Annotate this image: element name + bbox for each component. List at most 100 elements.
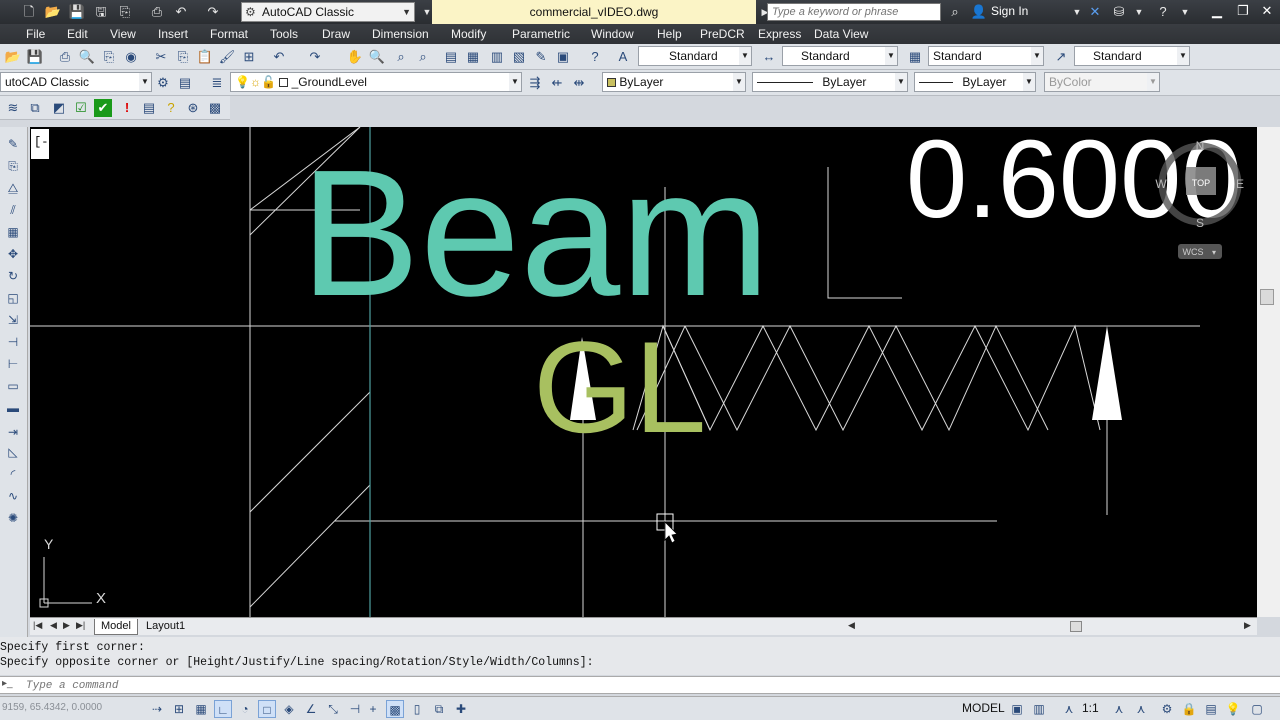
autodesk-store-icon[interactable]: ⛁ xyxy=(1110,3,1128,21)
help-dropdown-icon[interactable]: ▼ xyxy=(1176,3,1194,21)
vertical-scrollbar[interactable] xyxy=(1257,127,1280,617)
erase-icon[interactable]: ✎ xyxy=(4,135,22,153)
user-icon[interactable]: 👤 xyxy=(970,3,988,21)
menu-tools[interactable]: Tools xyxy=(270,27,298,41)
annotation-scale-value[interactable]: 1:1 xyxy=(1082,701,1099,715)
workspace-settings-icon[interactable]: ⚙ xyxy=(154,74,172,92)
redo-icon[interactable]: ↷ xyxy=(306,48,324,66)
quick-view-layouts-icon[interactable]: ▣ xyxy=(1008,700,1026,718)
clean-screen-icon[interactable]: ▢ xyxy=(1248,700,1266,718)
gl-text[interactable]: GL xyxy=(533,314,706,460)
viewcube-north[interactable]: N xyxy=(1196,139,1205,153)
copy-icon[interactable]: ⎘ xyxy=(4,157,22,175)
menu-dimension[interactable]: Dimension xyxy=(372,27,429,41)
publish-icon[interactable]: ⎘ xyxy=(116,3,134,21)
coordinates-readout[interactable]: 9159, 65.4342, 0.0000 xyxy=(2,702,102,713)
blend-icon[interactable]: ∿ xyxy=(4,487,22,505)
minimize-button[interactable]: ▁ xyxy=(1204,2,1230,20)
beam-text[interactable]: Beam xyxy=(300,133,770,334)
exchange-icon[interactable]: ✕ xyxy=(1086,3,1104,21)
menu-insert[interactable]: Insert xyxy=(158,27,188,41)
workspace-switching-icon[interactable]: ⚙ xyxy=(1158,700,1176,718)
save-as-icon[interactable]: 🖫 xyxy=(92,3,110,21)
infer-constraints-icon[interactable]: ⇢ xyxy=(148,700,166,718)
polar-tracking-icon[interactable]: ◔ xyxy=(236,700,254,718)
close-button[interactable]: ✕ xyxy=(1254,2,1280,20)
report-icon[interactable]: ▤ xyxy=(140,99,158,117)
layer-states-icon[interactable]: ⇹ xyxy=(570,74,588,92)
lineweight-icon[interactable]: + xyxy=(364,700,382,718)
last-tab-icon[interactable]: ▶| xyxy=(76,620,85,631)
break-at-point-icon[interactable]: ▬ xyxy=(4,399,22,417)
menu-express[interactable]: Express xyxy=(758,27,801,41)
copy-icon[interactable]: ⎘ xyxy=(174,48,192,66)
markup-icon[interactable]: ✎ xyxy=(532,48,550,66)
ortho-mode-icon[interactable]: ∟ xyxy=(214,700,232,718)
customize-icon[interactable]: ▤ xyxy=(176,74,194,92)
binoculars-icon[interactable]: ⌕ xyxy=(946,3,964,21)
plot-icon[interactable]: ⎙ xyxy=(148,3,166,21)
undo-icon[interactable]: ↶ xyxy=(172,3,190,21)
command-prompt-icon[interactable]: ▸_ xyxy=(2,678,13,689)
table-style-icon[interactable]: ▦ xyxy=(906,48,924,66)
break-icon[interactable]: ▭ xyxy=(4,377,22,395)
trim-icon[interactable]: ⊣ xyxy=(4,333,22,351)
hscroll-thumb[interactable] xyxy=(1070,621,1082,632)
zoom-previous-icon[interactable]: ⌕ xyxy=(414,48,432,66)
array-icon[interactable]: ▦ xyxy=(4,223,22,241)
menu-file[interactable]: File xyxy=(26,27,45,41)
check-icon[interactable]: ☑ xyxy=(72,99,90,117)
viewcube-east[interactable]: E xyxy=(1236,177,1244,191)
menu-data-view[interactable]: Data View xyxy=(814,27,868,41)
auto-scale-icon[interactable]: ⋏ xyxy=(1132,700,1150,718)
info-icon[interactable]: ? xyxy=(162,99,180,117)
open-icon[interactable]: 📂 xyxy=(44,3,62,21)
quick-properties-icon[interactable]: ▯ xyxy=(408,700,426,718)
menu-predcr[interactable]: PreDCR xyxy=(700,27,745,41)
menu-modify[interactable]: Modify xyxy=(451,27,486,41)
annotation-visibility-icon[interactable]: ⋏ xyxy=(1110,700,1128,718)
restore-button[interactable]: ❐ xyxy=(1230,2,1256,20)
layers-stack-icon[interactable]: ≋ xyxy=(4,99,22,117)
menu-format[interactable]: Format xyxy=(210,27,248,41)
pan-icon[interactable]: ✋ xyxy=(346,48,364,66)
make-current-layer-icon[interactable]: ⇶ xyxy=(526,74,544,92)
verify-icon[interactable]: ✔ xyxy=(94,99,112,117)
dim-style-icon[interactable]: ↔ xyxy=(760,48,778,66)
menu-help[interactable]: Help xyxy=(657,27,682,41)
layer-manager-icon[interactable]: ≣ xyxy=(208,74,226,92)
stretch-icon[interactable]: ⇲ xyxy=(4,311,22,329)
scale-icon[interactable]: ◱ xyxy=(4,289,22,307)
quick-view-drawings-icon[interactable]: ▥ xyxy=(1030,700,1048,718)
export-icon[interactable]: ▩ xyxy=(206,99,224,117)
join-icon[interactable]: ⇥ xyxy=(4,423,22,441)
cut-icon[interactable]: ✂ xyxy=(152,48,170,66)
polyline-icon[interactable]: ◩ xyxy=(50,99,68,117)
menu-window[interactable]: Window xyxy=(591,27,634,41)
first-tab-icon[interactable]: |◀ xyxy=(33,620,42,631)
extend-icon[interactable]: ⊢ xyxy=(4,355,22,373)
more-dropdown-icon[interactable]: ▼ xyxy=(1130,3,1148,21)
offset-icon[interactable]: ⫽ xyxy=(4,201,22,219)
object-snap-tracking-icon[interactable]: ∠ xyxy=(302,700,320,718)
viewcube-face[interactable]: TOP xyxy=(1192,178,1210,188)
properties-icon[interactable]: ▤ xyxy=(442,48,460,66)
plotstyle-select[interactable]: ByColor ▼ xyxy=(1044,72,1160,92)
new-icon[interactable]: 🗋 xyxy=(20,3,38,21)
hscroll-right-icon[interactable]: ▶ xyxy=(1244,620,1251,631)
annotation-monitor-icon[interactable]: ✚ xyxy=(452,700,470,718)
drawing-canvas[interactable]: [- Beam GL 0.6000 TOP N S W E WCS ▾ Y X xyxy=(30,127,1257,617)
fillet-icon[interactable]: ◜ xyxy=(4,465,22,483)
chamfer-icon[interactable]: ◺ xyxy=(4,443,22,461)
selection-cycling-icon[interactable]: ⧉ xyxy=(430,700,448,718)
open-icon[interactable]: 📂 xyxy=(4,48,22,66)
color-select[interactable]: ByLayer ▼ xyxy=(602,72,746,92)
hscroll-left-icon[interactable]: ◀ xyxy=(848,620,855,631)
menu-parametric[interactable]: Parametric xyxy=(512,27,570,41)
tab-layout1[interactable]: Layout1 xyxy=(140,619,191,635)
table-style-select[interactable]: Standard ▼ xyxy=(928,46,1044,66)
mirror-icon[interactable]: ⧋ xyxy=(4,179,22,197)
calculator-icon[interactable]: ▣ xyxy=(554,48,572,66)
paste-icon[interactable]: 📋 xyxy=(196,48,214,66)
save-icon[interactable]: 💾 xyxy=(68,3,86,21)
